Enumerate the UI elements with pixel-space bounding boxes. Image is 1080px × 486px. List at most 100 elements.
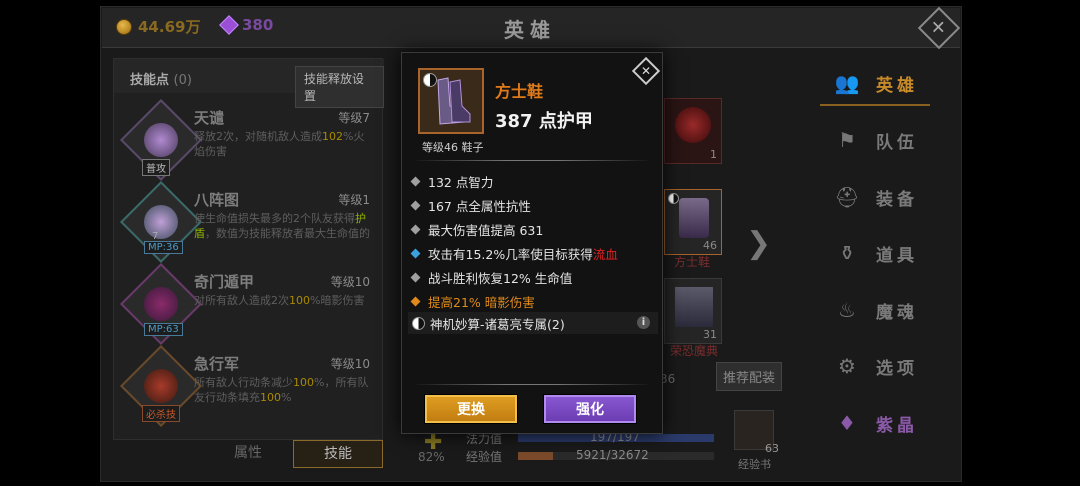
popup-close-button[interactable]: ✕	[631, 56, 661, 86]
skill-desc: 使生命值损失最多的2个队友获得护盾，数值为技能释放者最大生命值的	[194, 211, 374, 241]
nav-options[interactable]: ⚙ 选项	[820, 344, 930, 388]
nav-label: 选项	[876, 358, 918, 379]
skill-level: 等级1	[338, 193, 370, 207]
page-title: 英雄	[504, 18, 556, 42]
set-icon	[412, 316, 425, 330]
skill-desc-b: %暗影伤害	[310, 294, 365, 307]
enhance-button[interactable]: 强化	[543, 394, 637, 424]
skill-desc-a: 所有敌人行动条减少	[194, 376, 293, 389]
divider	[412, 160, 652, 161]
set-bonus-text: 神机妙算-诸葛亮专属(2)	[430, 316, 565, 332]
set-bonus-line[interactable]: 神机妙算-诸葛亮专属(2) i	[408, 312, 658, 334]
qimen-dunjia-icon	[144, 287, 178, 321]
skill-ultimate-badge: 必杀技	[142, 405, 180, 422]
attribute-text: 最大伤害值提高 631	[428, 223, 544, 238]
equip-slot-boots[interactable]: 46	[664, 189, 722, 255]
skill-mp-badge: MP:63	[144, 323, 183, 336]
eight-formation-icon	[144, 205, 178, 239]
attribute-text: 战斗胜利恢复12% 生命值	[428, 271, 573, 286]
item-level-type: 等级46 鞋子	[422, 141, 484, 154]
attribute-text: 167 点全属性抗性	[428, 199, 531, 214]
boots-icon	[437, 77, 471, 125]
tab-skills[interactable]: 技能	[293, 440, 383, 468]
nav-team[interactable]: ⚑ 队伍	[820, 118, 930, 162]
attribute-line: 167 点全属性抗性	[410, 196, 531, 215]
left-margin	[0, 0, 100, 486]
attribute-line-proc: 攻击有15.2%几率使目标获得 流血	[410, 244, 618, 263]
swap-button[interactable]: 更换	[424, 394, 518, 424]
skill-row[interactable]: 天谴 等级7 释放2次，对随机敌人造成102%火焰伤害 普攻	[119, 98, 378, 182]
boots-icon	[679, 198, 709, 238]
slot-item-name: 荣恐魔典	[670, 344, 719, 358]
coin-icon	[116, 18, 132, 35]
skill-desc-c: %	[281, 391, 292, 404]
skill-desc-b: ，数值为技能释放者最大生命值的	[205, 227, 370, 240]
nav-label: 装备	[876, 189, 918, 210]
nav-label: 队伍	[876, 132, 918, 153]
nav-equipment[interactable]: ⛑ 装备	[820, 175, 930, 219]
exp-book-count: 63	[765, 442, 779, 455]
item-tooltip-popup: 方士鞋 387 点护甲 等级46 鞋子 ✕ 132 点智力 167 点全属性抗性…	[401, 52, 663, 434]
info-icon[interactable]: i	[637, 316, 650, 329]
exp-label: 经验值	[466, 450, 503, 464]
diamond-icon	[410, 272, 421, 283]
heaven-wrath-icon	[144, 123, 178, 157]
close-icon: ✕	[931, 17, 947, 39]
exp-value: 5921/32672	[576, 448, 649, 462]
attribute-text: 132 点智力	[428, 175, 494, 190]
level-percent: 82%	[418, 450, 445, 464]
skill-badge: 普攻	[142, 159, 170, 176]
skill-row[interactable]: 7 八阵图 等级1 使生命值损失最多的2个队友获得护盾，数值为技能释放者最大生命…	[119, 180, 378, 264]
recommend-gear-button[interactable]: 推荐配装	[716, 362, 783, 391]
skill-row[interactable]: 奇门遁甲 等级10 对所有敌人造成2次100%暗影伤害 MP:63	[119, 262, 378, 346]
bleed-text: 流血	[592, 247, 618, 262]
nav-soul[interactable]: ♨ 魔魂	[820, 288, 930, 332]
skill-name: 急行军	[194, 355, 240, 373]
skill-level: 等级10	[330, 275, 370, 289]
skill-points-text: 技能点	[130, 73, 170, 88]
skill-desc-a: 使生命值损失最多的2个队友获得	[194, 212, 355, 225]
item-icon-frame	[418, 68, 484, 134]
nav-label: 紫晶	[876, 415, 918, 436]
nav-label: 魔魂	[876, 302, 918, 323]
crystal-icon: ♦	[838, 411, 856, 435]
diamond-icon	[410, 176, 421, 187]
coin-counter: 44.69万	[116, 16, 200, 37]
equip-slot-helmet[interactable]: 1	[664, 98, 722, 164]
chevron-right-icon[interactable]: ❯	[746, 226, 771, 261]
skill-name: 八阵图	[194, 191, 240, 209]
attribute-line-legendary: 提高21% 暗影伤害	[410, 292, 535, 311]
skill-desc-highlight: 100	[289, 294, 310, 307]
right-margin	[962, 0, 1080, 486]
set-icon	[423, 73, 437, 87]
skill-desc: 所有敌人行动条减少100%，所有队友行动条填充100%	[194, 375, 374, 405]
skills-panel: 技能点 (0) 技能释放设置 天谴 等级7 释放2次，对随机敌人造成102%火焰…	[113, 58, 384, 440]
nav-label: 道具	[876, 245, 918, 266]
diamond-icon	[410, 248, 421, 259]
tab-attributes[interactable]: 属性	[203, 440, 293, 468]
demon-helmet-icon	[675, 107, 711, 143]
set-icon	[668, 193, 679, 204]
diamond-icon	[410, 296, 421, 307]
nav-hero[interactable]: 👥 英雄	[820, 62, 930, 106]
gem-icon	[219, 15, 239, 35]
nav-amethyst[interactable]: ♦ 紫晶	[820, 401, 930, 445]
tome-icon	[675, 287, 713, 327]
skill-level: 等级10	[330, 357, 370, 371]
attribute-line: 战斗胜利恢复12% 生命值	[410, 268, 573, 287]
coin-value: 44.69万	[138, 18, 201, 36]
flame-icon: ♨	[838, 298, 856, 322]
item-main-stat: 387 点护甲	[495, 111, 593, 132]
skill-desc: 对所有敌人造成2次100%暗影伤害	[194, 293, 374, 308]
gem-value: 380	[242, 16, 274, 34]
slot-count: 46	[703, 239, 717, 252]
helmet-icon: ⛑	[834, 185, 860, 209]
exp-bar-fill	[518, 452, 553, 460]
close-icon: ✕	[640, 64, 652, 78]
skill-desc-highlight: 102	[322, 130, 343, 143]
nav-items[interactable]: ⚱ 道具	[820, 231, 930, 275]
skill-row[interactable]: 急行军 等级10 所有敌人行动条减少100%，所有队友行动条填充100% 必杀技	[119, 344, 378, 428]
skill-name: 天谴	[194, 109, 225, 127]
equip-slot-book[interactable]: 31	[664, 278, 722, 344]
skill-release-settings-button[interactable]: 技能释放设置	[295, 66, 384, 108]
